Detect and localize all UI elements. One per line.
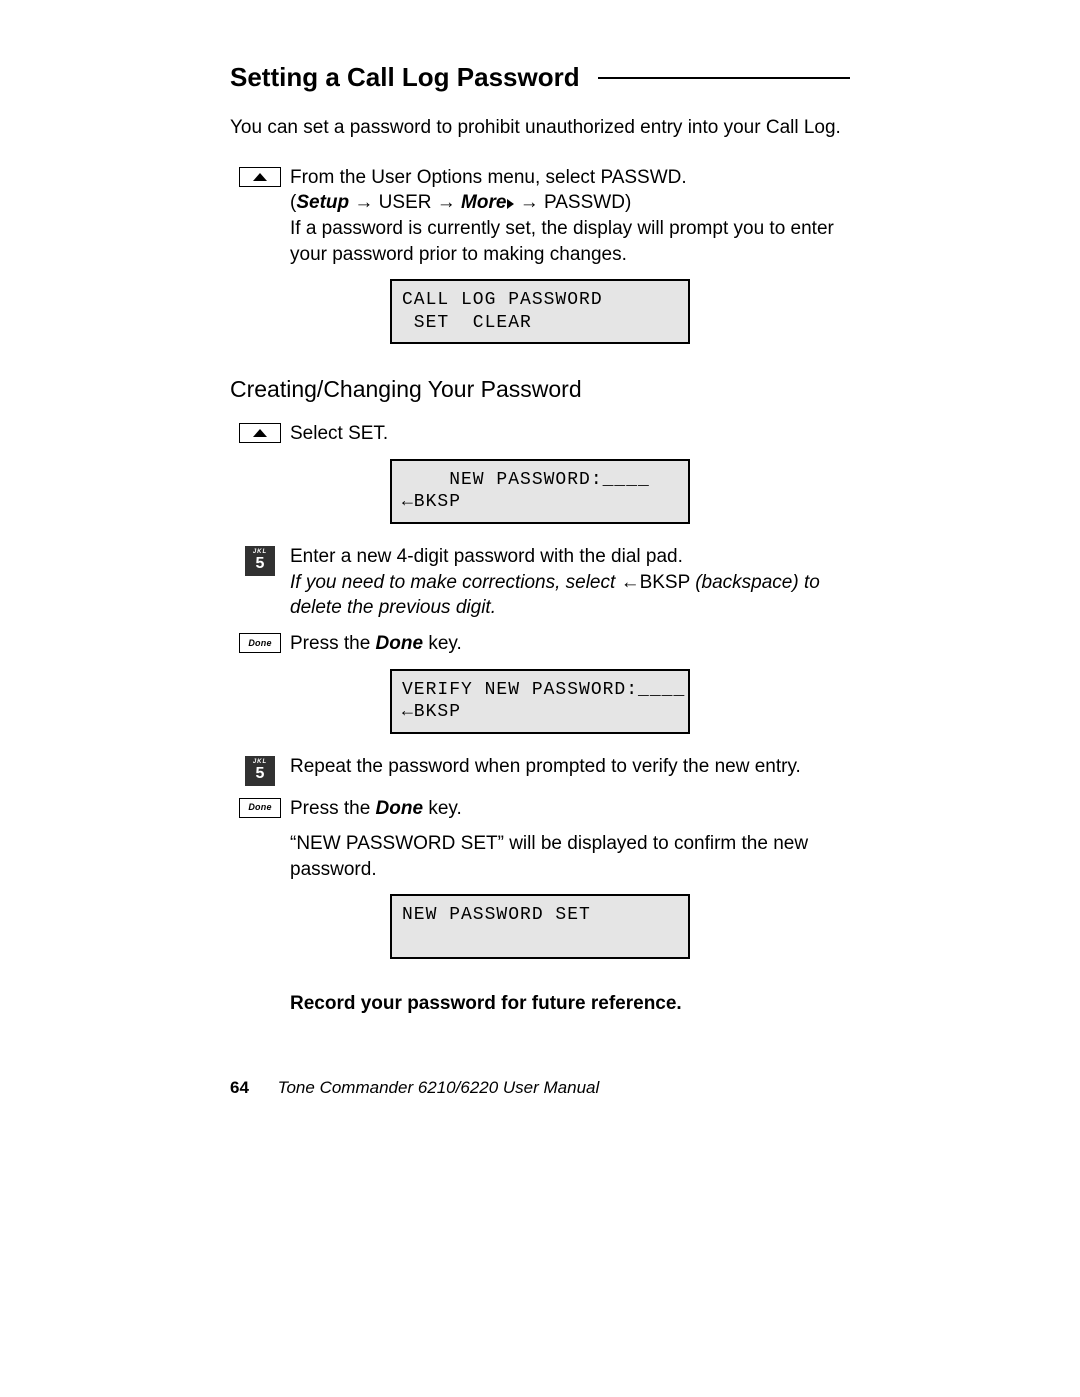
triangle-right-icon xyxy=(507,199,514,209)
lcd-wrap: NEW PASSWORD:____ ←BKSP xyxy=(230,459,850,524)
step6c: key. xyxy=(423,798,462,819)
step6a: Press the xyxy=(290,798,376,819)
lcd-display: CALL LOG PASSWORD SET CLEAR xyxy=(390,279,690,344)
note-row: Record your password for future referenc… xyxy=(230,979,850,1057)
step4a: Press the xyxy=(290,633,376,654)
manual-page: Setting a Call Log Password You can set … xyxy=(0,0,1080,1397)
arrow-right-icon: → xyxy=(520,192,544,213)
arrow-left-icon: ← xyxy=(621,572,640,593)
arrow-right-icon: → xyxy=(354,192,378,213)
path-passwd: PASSWD xyxy=(544,192,625,213)
step6b: Done xyxy=(376,798,424,819)
icon-column xyxy=(230,831,290,882)
step-body: Enter a new 4-digit password with the di… xyxy=(290,544,850,621)
dialpad-5-key-icon: JKL 5 xyxy=(245,756,275,786)
lcd-display: VERIFY NEW PASSWORD:____ ←BKSP xyxy=(390,669,690,734)
record-note: Record your password for future referenc… xyxy=(290,991,850,1017)
intro-paragraph: You can set a password to prohibit unaut… xyxy=(230,115,850,141)
arrow-right-icon: → xyxy=(437,192,461,213)
step-body: From the User Options menu, select PASSW… xyxy=(290,165,850,268)
step-body: Press the Done key. xyxy=(290,631,850,657)
dialpad-5-key-icon: JKL 5 xyxy=(245,546,275,576)
page-footer: 64 Tone Commander 6210/6220 User Manual xyxy=(230,1077,850,1100)
step3-line2b: BKSP xyxy=(640,572,696,593)
step1-line2: If a password is currently set, the disp… xyxy=(290,216,850,267)
arrow-up-key-icon xyxy=(239,167,281,187)
step-row: Select SET. xyxy=(230,421,850,447)
icon-column: JKL 5 xyxy=(230,544,290,621)
lcd-wrap: VERIFY NEW PASSWORD:____ ←BKSP xyxy=(230,669,850,734)
step-body: “NEW PASSWORD SET” will be displayed to … xyxy=(290,831,850,882)
step-body: Repeat the password when prompted to ver… xyxy=(290,754,850,786)
done-key-icon: Done xyxy=(239,798,281,818)
section-heading: Setting a Call Log Password xyxy=(230,60,850,95)
icon-column: Done xyxy=(230,796,290,822)
step1-path: (Setup → USER → More → PASSWD) xyxy=(290,190,850,216)
subsection-heading: Creating/Changing Your Password xyxy=(230,374,850,405)
lcd-display: NEW PASSWORD SET xyxy=(390,894,690,959)
step-row: From the User Options menu, select PASSW… xyxy=(230,165,850,268)
icon-column xyxy=(230,421,290,447)
path-user: USER xyxy=(379,192,432,213)
step-row: “NEW PASSWORD SET” will be displayed to … xyxy=(230,831,850,882)
key5-digit: 5 xyxy=(256,556,265,572)
step-row: JKL 5 Repeat the password when prompted … xyxy=(230,754,850,786)
arrow-up-key-icon xyxy=(239,423,281,443)
icon-column: Done xyxy=(230,631,290,657)
path-setup: Setup xyxy=(296,192,349,213)
step3-line2: If you need to make corrections, select … xyxy=(290,570,850,621)
key5-digit: 5 xyxy=(256,766,265,782)
path-more: More xyxy=(461,192,506,213)
page-number: 64 xyxy=(230,1078,249,1097)
step3-line2a: If you need to make corrections, select xyxy=(290,572,621,593)
step-row: Done Press the Done key. xyxy=(230,631,850,657)
icon-column xyxy=(230,979,290,1057)
icon-column xyxy=(230,165,290,268)
step-body: Select SET. xyxy=(290,421,850,447)
step-row: JKL 5 Enter a new 4-digit password with … xyxy=(230,544,850,621)
step4c: key. xyxy=(423,633,462,654)
lcd-wrap: NEW PASSWORD SET xyxy=(230,894,850,959)
heading-rule xyxy=(598,77,850,79)
step4b: Done xyxy=(376,633,424,654)
heading-text: Setting a Call Log Password xyxy=(230,60,580,95)
done-key-icon: Done xyxy=(239,633,281,653)
icon-column: JKL 5 xyxy=(230,754,290,786)
lcd-display: NEW PASSWORD:____ ←BKSP xyxy=(390,459,690,524)
lcd-wrap: CALL LOG PASSWORD SET CLEAR xyxy=(230,279,850,344)
step1-line1: From the User Options menu, select PASSW… xyxy=(290,165,850,191)
step-row: Done Press the Done key. xyxy=(230,796,850,822)
step-body: Press the Done key. xyxy=(290,796,850,822)
footer-title: Tone Commander 6210/6220 User Manual xyxy=(278,1078,600,1097)
step3-line1: Enter a new 4-digit password with the di… xyxy=(290,544,850,570)
